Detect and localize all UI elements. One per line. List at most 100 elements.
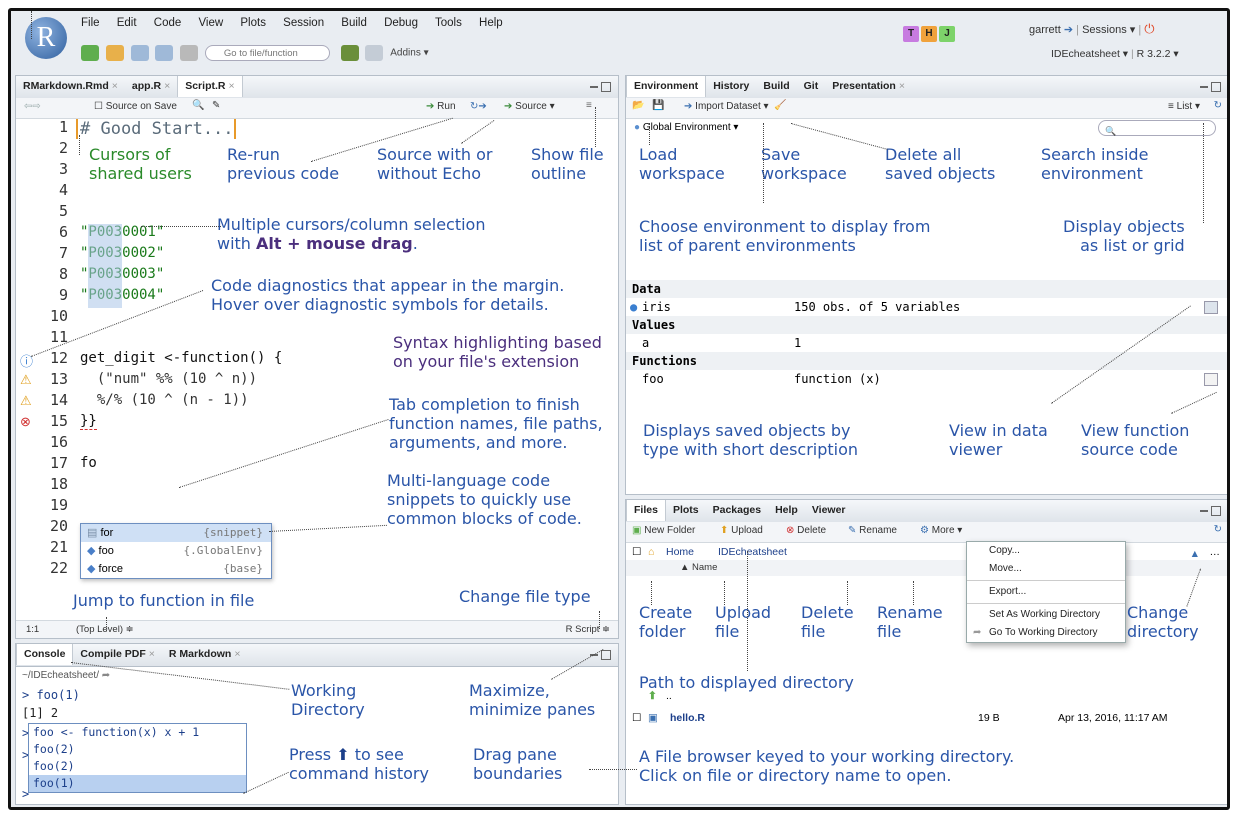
autocomplete-item[interactable]: ◆ force {base} xyxy=(81,560,271,578)
history-item[interactable]: foo(2) xyxy=(29,758,246,775)
view-data-icon[interactable] xyxy=(1204,301,1218,314)
code-line-14[interactable]: %/% (10 ^ (n - 1)) xyxy=(80,392,249,408)
tab-r-markdown[interactable]: R Markdown × xyxy=(162,644,248,665)
outline-icon[interactable]: ≡ xyxy=(586,100,592,111)
tab-viewer[interactable]: Viewer xyxy=(805,500,853,521)
home-icon[interactable]: ⌂ xyxy=(648,542,654,562)
info-diagnostic-icon[interactable]: ⓘ xyxy=(20,351,33,370)
code-line-12[interactable]: get_digit <-function() { xyxy=(80,350,282,366)
tab-compile-pdf[interactable]: Compile PDF × xyxy=(73,644,161,665)
more-path-icon[interactable]: … xyxy=(1210,542,1221,562)
env-row-foo[interactable]: foo function (x) xyxy=(626,370,1227,388)
menu-tools[interactable]: Tools xyxy=(435,17,462,29)
breadcrumb-home[interactable]: Home xyxy=(666,542,694,562)
project-menu[interactable]: IDEcheatsheet ▾ xyxy=(1051,48,1128,60)
new-file-icon[interactable] xyxy=(81,45,99,61)
menu-help[interactable]: Help xyxy=(479,17,503,29)
rename-button[interactable]: ✎ Rename xyxy=(848,525,897,536)
menu-set-wd[interactable]: Set As Working Directory xyxy=(967,606,1125,624)
tab-build[interactable]: Build xyxy=(756,76,796,97)
tab-help[interactable]: Help xyxy=(768,500,805,521)
breadcrumb-dir[interactable]: IDEcheatsheet xyxy=(718,542,787,562)
menu-debug[interactable]: Debug xyxy=(384,17,418,29)
env-search-input[interactable]: 🔍 xyxy=(1098,120,1216,136)
goto-file-input[interactable]: Go to file/function xyxy=(204,45,330,61)
history-item[interactable]: foo <- function(x) x + 1 xyxy=(29,724,246,741)
load-workspace-icon[interactable]: 📂 xyxy=(632,100,644,111)
env-window-controls[interactable] xyxy=(1200,81,1222,93)
file-row-hello[interactable]: ☐ ▣ hello.R 19 B Apr 13, 2016, 11:17 AM xyxy=(626,708,1227,728)
refresh-icon[interactable]: ↻ xyxy=(1214,100,1222,111)
file-type-menu[interactable]: R Script ≑ xyxy=(566,624,610,635)
tab-plots[interactable]: Plots xyxy=(666,500,706,521)
view-function-icon[interactable] xyxy=(1204,373,1218,386)
menu-file[interactable]: File xyxy=(81,17,100,29)
autocomplete-item[interactable]: ◆ foo {.GlobalEnv} xyxy=(81,542,271,560)
code-line-17[interactable]: fo xyxy=(80,455,97,471)
tab-git[interactable]: Git xyxy=(797,76,826,97)
file-name[interactable]: hello.R xyxy=(670,708,705,728)
tab-script-r[interactable]: Script.R × xyxy=(177,76,243,97)
delete-button[interactable]: ⊗ Delete xyxy=(786,525,826,536)
addins-menu[interactable]: Addins ▾ xyxy=(390,48,428,59)
menu-move[interactable]: Move... xyxy=(967,560,1125,578)
tab-history[interactable]: History xyxy=(706,76,756,97)
tab-console[interactable]: Console xyxy=(16,644,74,665)
tab-files[interactable]: Files xyxy=(626,500,666,521)
code-line-15[interactable]: }} xyxy=(80,413,97,430)
save-all-icon[interactable] xyxy=(155,45,174,61)
tab-rmarkdown[interactable]: RMarkdown.Rmd × xyxy=(16,76,125,97)
rerun-icon[interactable]: ↻➔ xyxy=(470,101,487,112)
menu-build[interactable]: Build xyxy=(341,17,367,29)
source-window-controls[interactable] xyxy=(590,81,612,93)
source-on-save[interactable]: ☐ Source on Save xyxy=(94,101,177,112)
upload-button[interactable]: ⬆ Upload xyxy=(720,525,763,536)
menu-edit[interactable]: Edit xyxy=(117,17,137,29)
save-workspace-icon[interactable]: 💾 xyxy=(652,100,664,111)
more-menu-button[interactable]: ⚙ More ▾ xyxy=(920,525,962,536)
source-button[interactable]: ➔ Source ▾ xyxy=(504,101,555,112)
tab-presentation[interactable]: Presentation × xyxy=(825,76,912,97)
code-line-1[interactable]: # Good Start... xyxy=(76,119,236,139)
warning-diagnostic-icon[interactable]: ⚠ xyxy=(20,393,32,409)
error-diagnostic-icon[interactable]: ⊗ xyxy=(20,414,31,430)
grid-icon[interactable] xyxy=(365,45,384,61)
open-file-icon[interactable] xyxy=(105,45,124,61)
print-icon[interactable] xyxy=(180,45,199,61)
sessions-menu[interactable]: Sessions ▾ xyxy=(1082,24,1135,36)
signout-icon[interactable]: ➔ xyxy=(1064,24,1073,36)
menu-session[interactable]: Session xyxy=(283,17,324,29)
history-item[interactable]: foo(1) xyxy=(29,775,246,792)
broom-icon[interactable]: 🧹 xyxy=(774,100,786,111)
menu-code[interactable]: Code xyxy=(154,17,182,29)
menu-view[interactable]: View xyxy=(198,17,223,29)
sort-name-header[interactable]: ▲ Name xyxy=(680,560,717,576)
run-button[interactable]: ➔ Run xyxy=(426,101,456,112)
warning-diagnostic-icon[interactable]: ⚠ xyxy=(20,372,32,388)
tab-packages[interactable]: Packages xyxy=(706,500,768,521)
env-row-iris[interactable]: ● iris 150 obs. of 5 variables xyxy=(626,298,1227,316)
import-dataset-menu[interactable]: ➔ Import Dataset ▾ xyxy=(684,101,769,112)
history-item[interactable]: foo(2) xyxy=(29,741,246,758)
code-line-13[interactable]: ("num" %% (10 ^ n)) xyxy=(80,371,257,387)
files-refresh-icon[interactable]: ↻ xyxy=(1214,524,1222,535)
power-icon[interactable]: ⏻ xyxy=(1144,21,1154,36)
scope-menu[interactable]: (Top Level) ≑ xyxy=(76,624,134,635)
menu-copy[interactable]: Copy... xyxy=(967,542,1125,560)
search-icon[interactable]: 🔍 xyxy=(192,100,204,111)
tab-app-r[interactable]: app.R × xyxy=(125,76,177,97)
save-icon[interactable] xyxy=(130,45,149,61)
go-dir-icon[interactable]: ➦ xyxy=(102,670,110,681)
r-version-menu[interactable]: R 3.2.2 ▾ xyxy=(1137,48,1179,60)
view-mode-menu[interactable]: ≡ List ▾ xyxy=(1168,101,1200,112)
menu-goto-wd[interactable]: ➦ Go To Working Directory xyxy=(967,624,1125,642)
autocomplete-item[interactable]: ▤ for {snippet} xyxy=(81,524,271,542)
tab-environment[interactable]: Environment xyxy=(626,76,707,97)
files-window-controls[interactable] xyxy=(1200,505,1222,517)
new-folder-button[interactable]: ▣ New Folder xyxy=(632,525,695,536)
menu-export[interactable]: Export... xyxy=(967,583,1125,601)
build-icon[interactable] xyxy=(340,45,359,61)
menu-plots[interactable]: Plots xyxy=(240,17,266,29)
wand-icon[interactable]: ✎ xyxy=(212,100,220,111)
back-forward-icon[interactable]: ⇦⇨ xyxy=(24,101,41,112)
